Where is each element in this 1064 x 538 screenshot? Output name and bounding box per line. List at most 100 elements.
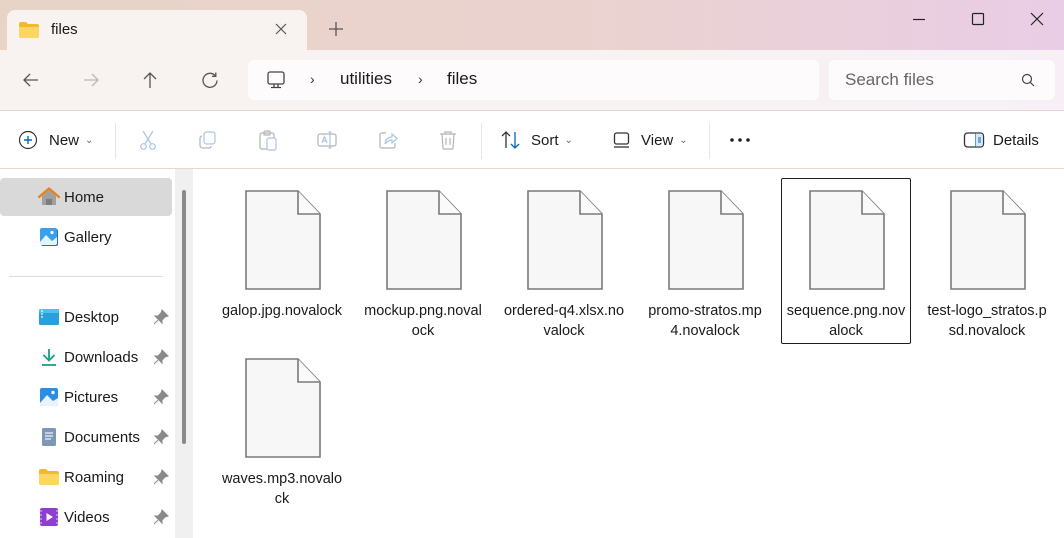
trash-icon <box>440 131 456 150</box>
sidebar-label: Desktop <box>64 308 120 326</box>
sidebar-label: Downloads <box>64 348 139 366</box>
sidebar-item-roaming[interactable]: Roaming <box>0 458 172 496</box>
paste-icon <box>259 130 277 151</box>
chevron-down-icon: ⌄ <box>564 134 573 146</box>
minimize-button[interactable] <box>896 4 942 34</box>
refresh-icon <box>202 72 218 88</box>
cut-button[interactable] <box>137 111 159 169</box>
pin-icon[interactable] <box>153 309 169 325</box>
share-icon <box>379 132 398 149</box>
view-button[interactable]: View ⌄ <box>612 111 688 169</box>
sidebar-item-gallery[interactable]: Gallery <box>0 218 172 256</box>
file-name: promo-stratos.mp4.novalock <box>648 303 762 339</box>
share-button[interactable] <box>377 111 399 169</box>
details-button[interactable]: Details <box>963 111 1039 169</box>
details-pane-icon <box>963 132 985 148</box>
forward-button[interactable] <box>79 68 103 92</box>
file-item[interactable]: promo-stratos.mp4.novalock <box>640 178 770 344</box>
more-options-button[interactable] <box>729 111 751 169</box>
chevron-down-icon: ⌄ <box>85 134 94 146</box>
plus-circle-icon <box>18 130 38 150</box>
more-icon <box>730 138 750 142</box>
delete-button[interactable] <box>437 111 459 169</box>
file-item[interactable]: waves.mp3.novalock <box>217 346 347 512</box>
file-item[interactable]: sequence.png.novalock <box>781 178 911 344</box>
cut-icon <box>140 130 156 150</box>
sidebar-item-videos[interactable]: Videos <box>0 498 172 536</box>
maximize-button[interactable] <box>955 4 1001 34</box>
chevron-down-icon: ⌄ <box>679 134 688 146</box>
close-tab-icon[interactable] <box>272 21 290 39</box>
new-button[interactable]: New ⌄ <box>18 111 93 169</box>
tab-files[interactable]: files <box>7 10 307 50</box>
generic-file-icon <box>527 190 603 290</box>
file-name: galop.jpg.novalock <box>221 303 343 319</box>
sidebar-divider <box>9 276 163 277</box>
pin-icon[interactable] <box>153 509 169 525</box>
close-window-button[interactable] <box>1014 4 1060 34</box>
sidebar-label: Gallery <box>64 228 112 246</box>
title-bar: files <box>0 0 1064 50</box>
breadcrumb-separator: › <box>418 71 423 87</box>
file-item[interactable]: test-logo_stratos.psd.novalock <box>922 178 1052 344</box>
rename-icon <box>317 131 337 149</box>
pin-icon[interactable] <box>153 389 169 405</box>
address-bar[interactable]: › utilities › files <box>248 60 819 100</box>
file-name: sequence.png.novalock <box>786 303 906 339</box>
new-tab-button[interactable] <box>326 20 346 40</box>
copy-button[interactable] <box>197 111 219 169</box>
generic-file-icon <box>950 190 1026 290</box>
close-icon <box>1030 12 1044 26</box>
maximize-icon <box>971 12 985 26</box>
sort-icon <box>501 131 520 149</box>
file-item[interactable]: mockup.png.novalock <box>358 178 488 344</box>
sidebar-item-documents[interactable]: Documents <box>0 418 172 456</box>
file-item[interactable]: ordered-q4.xlsx.novalock <box>499 178 629 344</box>
search-icon[interactable] <box>1021 73 1035 87</box>
refresh-button[interactable] <box>198 68 222 92</box>
pin-icon[interactable] <box>153 349 169 365</box>
sidebar-item-downloads[interactable]: Downloads <box>0 338 172 376</box>
sort-button[interactable]: Sort ⌄ <box>500 111 573 169</box>
search-box[interactable] <box>829 60 1055 100</box>
paste-button[interactable] <box>257 111 279 169</box>
forward-arrow-icon <box>84 73 99 87</box>
search-input[interactable] <box>845 68 1015 92</box>
breadcrumb-utilities[interactable]: utilities <box>340 69 392 89</box>
up-button[interactable] <box>138 68 162 92</box>
videos-icon <box>38 506 60 528</box>
generic-file-icon <box>245 190 321 290</box>
sidebar-item-desktop[interactable]: Desktop <box>0 298 172 336</box>
rename-button[interactable] <box>316 111 338 169</box>
desktop-icon <box>38 306 60 328</box>
view-label: View <box>641 131 674 149</box>
new-label: New <box>49 131 80 149</box>
toolbar-divider <box>709 123 710 159</box>
sidebar-item-home[interactable]: Home <box>0 178 172 216</box>
toolbar-divider <box>115 123 116 159</box>
generic-file-icon <box>809 190 885 290</box>
navigation-bar: › utilities › files <box>0 50 1064 110</box>
generic-file-icon <box>386 190 462 290</box>
documents-icon <box>38 426 60 448</box>
sidebar-label: Pictures <box>64 388 119 406</box>
sidebar-item-pictures[interactable]: Pictures <box>0 378 172 416</box>
pin-icon[interactable] <box>153 469 169 485</box>
gallery-icon <box>38 226 60 248</box>
sidebar-scrollbar-thumb[interactable] <box>182 190 186 444</box>
home-icon <box>38 186 60 208</box>
file-name: mockup.png.novalock <box>364 303 482 339</box>
sidebar-label: Documents <box>64 428 140 446</box>
back-button[interactable] <box>19 68 43 92</box>
sort-label: Sort <box>531 131 559 149</box>
breadcrumb-separator: › <box>310 71 315 87</box>
navigation-pane: Home Gallery Desktop Downloads Pictures … <box>0 169 176 538</box>
minimize-icon <box>913 18 925 21</box>
up-arrow-icon <box>143 72 157 88</box>
this-pc-icon[interactable] <box>266 70 286 90</box>
sidebar-label: Home <box>64 188 105 206</box>
breadcrumb-files[interactable]: files <box>447 69 477 89</box>
file-item[interactable]: galop.jpg.novalock <box>217 178 347 344</box>
pin-icon[interactable] <box>153 429 169 445</box>
details-label: Details <box>993 131 1039 149</box>
